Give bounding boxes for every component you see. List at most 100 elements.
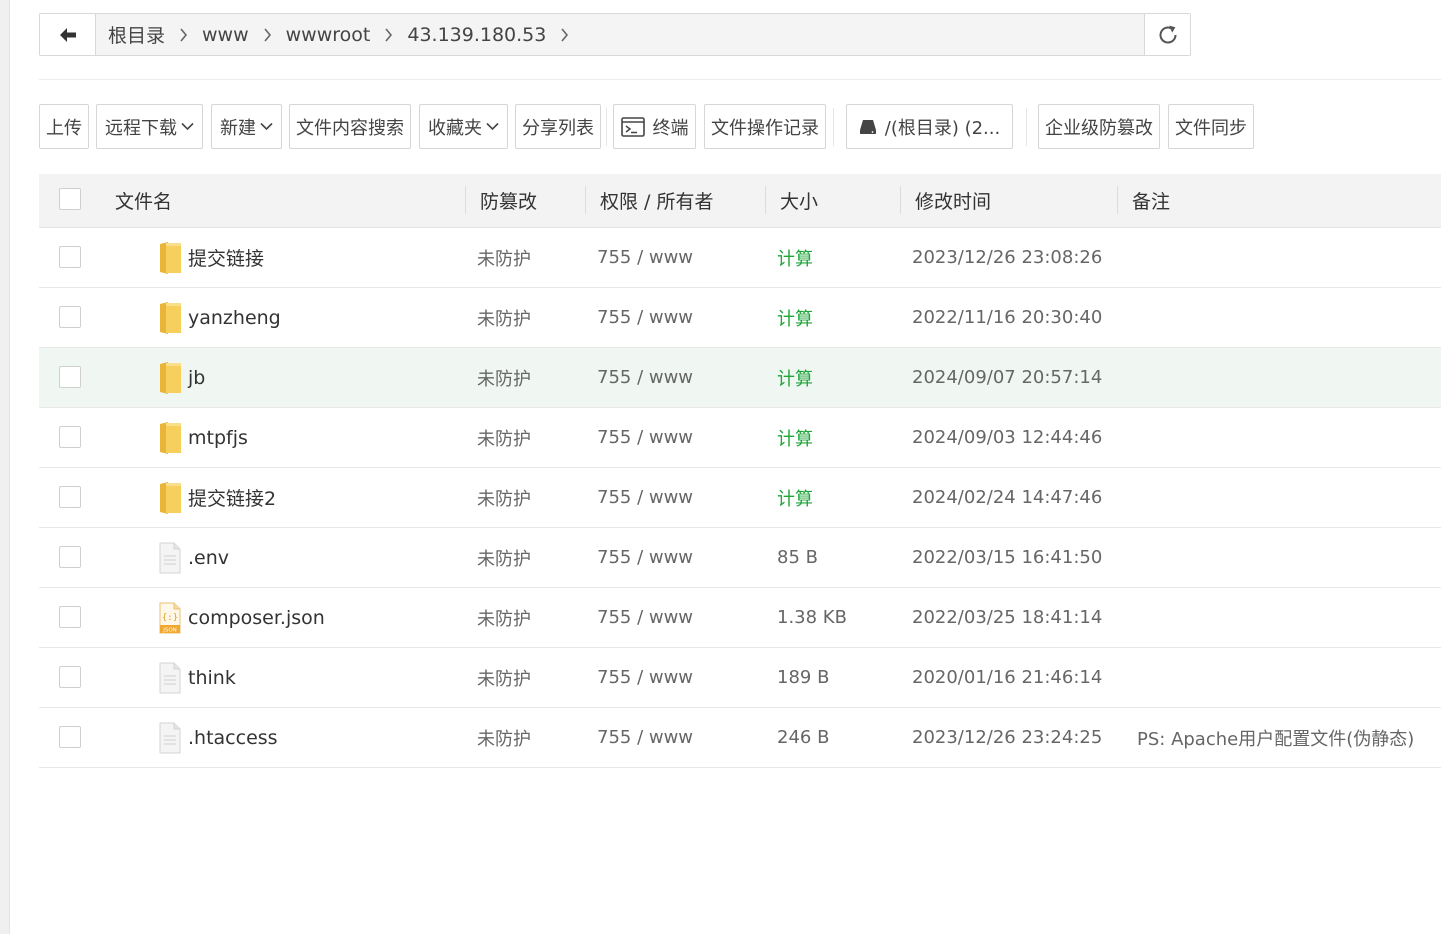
tamper-status[interactable]: 未防护	[477, 708, 531, 767]
favorites-label: 收藏夹	[428, 117, 482, 139]
row-checkbox[interactable]	[59, 246, 81, 268]
file-name[interactable]: jb	[188, 367, 205, 389]
file-name-cell[interactable]: .env	[156, 528, 229, 587]
table-row[interactable]: think 未防护 755 / www 189 B 2020/01/16 21:46:1…	[39, 648, 1441, 708]
table-row[interactable]: 提交链接2 未防护 755 / www 计算 2024/02/24 14:47:46	[39, 468, 1441, 528]
favorites-button[interactable]: 收藏夹	[419, 104, 508, 149]
breadcrumb-item-site[interactable]: 43.139.180.53	[403, 24, 550, 46]
tamper-status[interactable]: 未防护	[477, 588, 531, 647]
file-name[interactable]: 提交链接	[188, 244, 264, 271]
tamper-status[interactable]: 未防护	[477, 348, 531, 407]
row-checkbox[interactable]	[59, 606, 81, 628]
refresh-icon	[1159, 25, 1177, 43]
tamper-status[interactable]: 未防护	[477, 648, 531, 707]
table-row[interactable]: 提交链接 未防护 755 / www 计算 2023/12/26 23:08:26	[39, 228, 1441, 288]
share-list-button[interactable]: 分享列表	[515, 104, 601, 149]
tamper-status[interactable]: 未防护	[477, 528, 531, 587]
column-header-tamper[interactable]: 防篡改	[480, 174, 537, 227]
file-name-cell[interactable]: yanzheng	[156, 288, 281, 347]
permission-owner[interactable]: 755 / www	[597, 468, 693, 527]
breadcrumb-item-wwwroot[interactable]: wwwroot	[282, 24, 375, 46]
svg-text:{:}: {:}	[162, 613, 178, 623]
terminal-button[interactable]: 终端	[613, 104, 696, 149]
tamper-status[interactable]: 未防护	[477, 408, 531, 467]
upload-button[interactable]: 上传	[39, 104, 89, 149]
arrow-left-icon	[59, 27, 76, 42]
file-name-cell[interactable]: {:} JSON composer.json	[156, 588, 325, 647]
row-checkbox[interactable]	[59, 426, 81, 448]
file-name-cell[interactable]: .htaccess	[156, 708, 278, 767]
file-name[interactable]: composer.json	[188, 607, 325, 629]
file-name[interactable]: think	[188, 667, 236, 689]
note[interactable]: PS: Apache用户配置文件(伪静态)	[1137, 708, 1414, 767]
column-header-name[interactable]: 文件名	[115, 174, 172, 227]
table-row[interactable]: jb 未防护 755 / www 计算 2024/09/07 20:57:14	[39, 348, 1441, 408]
file-name[interactable]: yanzheng	[188, 307, 281, 329]
modified-time: 2022/11/16 20:30:40	[912, 307, 1103, 328]
path-bar: 根目录 www wwwroot 43.139.180.53	[39, 13, 1191, 56]
remote-download-button[interactable]: 远程下载	[96, 104, 203, 149]
file-name-cell[interactable]: think	[156, 648, 236, 707]
permission-owner[interactable]: 755 / www	[597, 288, 693, 347]
chevron-right-icon[interactable]	[550, 27, 579, 42]
refresh-button[interactable]	[1144, 14, 1190, 55]
tamper-status[interactable]: 未防护	[477, 288, 531, 347]
permission-owner[interactable]: 755 / www	[597, 348, 693, 407]
table-row[interactable]: yanzheng 未防护 755 / www 计算 2022/11/16 20:30:4…	[39, 288, 1441, 348]
modified-time: 2020/01/16 21:46:14	[912, 667, 1103, 688]
column-header-size[interactable]: 大小	[780, 174, 818, 227]
table-row[interactable]: .htaccess 未防护 755 / www 246 B 2023/12/26 23:…	[39, 708, 1441, 768]
content-search-button[interactable]: 文件内容搜索	[289, 104, 411, 149]
file-name-cell[interactable]: jb	[156, 348, 205, 407]
calculate-size-link[interactable]: 计算	[777, 348, 813, 407]
file-size: 246 B	[777, 727, 830, 748]
file-name-cell[interactable]: mtpfjs	[156, 408, 248, 467]
breadcrumb-item-root[interactable]: 根目录	[104, 21, 169, 48]
enterprise-tamper-label: 企业级防篡改	[1045, 117, 1153, 139]
permission-owner[interactable]: 755 / www	[597, 708, 693, 767]
enterprise-tamper-button[interactable]: 企业级防篡改	[1038, 104, 1160, 149]
remote-download-label: 远程下载	[105, 117, 177, 139]
file-name[interactable]: mtpfjs	[188, 427, 248, 449]
permission-owner[interactable]: 755 / www	[597, 228, 693, 287]
file-name[interactable]: .htaccess	[188, 727, 278, 749]
row-checkbox[interactable]	[59, 486, 81, 508]
tamper-status[interactable]: 未防护	[477, 228, 531, 287]
divider	[39, 79, 1441, 80]
permission-owner[interactable]: 755 / www	[597, 408, 693, 467]
column-divider	[585, 186, 586, 214]
file-operation-log-button[interactable]: 文件操作记录	[704, 104, 826, 149]
disk-select-button[interactable]: /(根目录) (2...	[846, 104, 1013, 149]
table-row[interactable]: .env 未防护 755 / www 85 B 2022/03/15 16:41:50	[39, 528, 1441, 588]
folder-icon	[156, 300, 184, 336]
permission-owner[interactable]: 755 / www	[597, 588, 693, 647]
column-header-permission[interactable]: 权限 / 所有者	[600, 174, 713, 227]
select-all-checkbox[interactable]	[59, 188, 81, 210]
file-icon	[156, 542, 184, 574]
permission-owner[interactable]: 755 / www	[597, 648, 693, 707]
calculate-size-link[interactable]: 计算	[777, 288, 813, 347]
row-checkbox[interactable]	[59, 726, 81, 748]
file-sync-button[interactable]: 文件同步	[1168, 104, 1254, 149]
tamper-status[interactable]: 未防护	[477, 468, 531, 527]
file-name[interactable]: 提交链接2	[188, 484, 276, 511]
terminal-icon	[620, 116, 645, 137]
table-row[interactable]: {:} JSON composer.json 未防护 755 / www 1.38 KB 2…	[39, 588, 1441, 648]
row-checkbox[interactable]	[59, 666, 81, 688]
row-checkbox[interactable]	[59, 366, 81, 388]
toolbar-divider	[833, 108, 834, 146]
calculate-size-link[interactable]: 计算	[777, 408, 813, 467]
new-button[interactable]: 新建	[211, 104, 282, 149]
column-header-modified[interactable]: 修改时间	[915, 174, 991, 227]
back-button[interactable]	[40, 14, 96, 55]
table-row[interactable]: mtpfjs 未防护 755 / www 计算 2024/09/03 12:44:46	[39, 408, 1441, 468]
breadcrumb-item-www[interactable]: www	[198, 24, 253, 46]
calculate-size-link[interactable]: 计算	[777, 228, 813, 287]
calculate-size-link[interactable]: 计算	[777, 468, 813, 527]
file-name-cell[interactable]: 提交链接	[156, 228, 264, 287]
permission-owner[interactable]: 755 / www	[597, 528, 693, 587]
file-name-cell[interactable]: 提交链接2	[156, 468, 276, 527]
row-checkbox[interactable]	[59, 306, 81, 328]
file-name[interactable]: .env	[188, 547, 229, 569]
row-checkbox[interactable]	[59, 546, 81, 568]
